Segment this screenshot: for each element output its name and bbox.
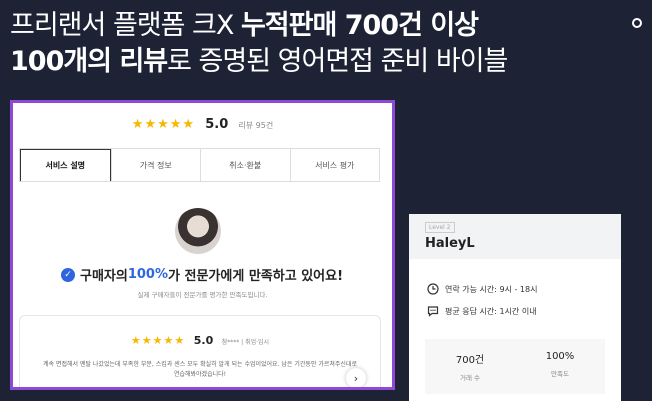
satisfaction-percent: 100% [127,267,169,282]
avatar [175,208,221,254]
decorative-circle [632,18,642,28]
contact-time-text: 연락 가능 시간: 9시 - 18시 [445,284,538,294]
clock-icon [427,283,439,295]
next-review-button[interactable]: › [346,368,366,387]
tab-cancel-refund[interactable]: 취소·환불 [200,149,290,181]
seller-header: Level 2 HaleyL [409,214,621,259]
satisfaction-subtext: 실제 구매자들이 전문가를 평가한 만족도입니다. [137,291,268,299]
stat-satisfaction: 100% 만족도 [515,339,605,394]
response-time-row: 평균 응답 시간: 1시간 이내 [427,305,537,317]
stat-label: 거래 수 [459,374,480,382]
service-tabs: 서비스 설명 가격 정보 취소·환불 서비스 평가 [19,148,380,182]
service-card: ★★★★★ 5.0 리뷰 95건 서비스 설명 가격 정보 취소·환불 서비스 … [10,100,395,390]
headline-line-2: 100개의 리뷰로 증명된 영어면접 준비 바이블 [10,46,508,78]
review-text: 계속 면접해서 멘탈 나갔었는데 부족한 부분, 스킵과 센스 모두 확실히 알… [43,361,357,378]
headline-line-2-normal: 로 증명된 영어면접 준비 바이블 [167,46,508,77]
star-rating-icon: ★★★★★ [131,117,196,132]
review-score: 5.0 [193,334,214,347]
rating-score: 5.0 [205,117,229,132]
chevron-right-icon: › [353,371,359,385]
headline-line-1-normal: 프리랜서 플랫폼 크X [10,10,241,41]
satisfaction-suffix: 가 전문가에게 만족하고 있어요! [168,269,344,284]
seller-stats: 700건 거래 수 100% 만족도 [425,339,605,394]
headline-line-1: 프리랜서 플랫폼 크X 누적판매 700건 이상 [10,10,479,42]
check-badge-icon: ✓ [61,267,75,282]
stat-value: 100% [545,351,575,362]
level-badge: Level 2 [425,222,455,233]
stat-label: 만족도 [551,370,569,378]
tab-service-review[interactable]: 서비스 평가 [289,149,379,181]
rating-summary: ★★★★★ 5.0 리뷰 95건 [13,117,392,132]
seller-card: Level 2 HaleyL 연락 가능 시간: 9시 - 18시 평균 응답 … [409,214,621,401]
review-card: ★★★★★ 5.0 참**** | 취업·입시 계속 면접해서 멘탈 나갔었는데… [19,315,381,387]
review-header: ★★★★★ 5.0 참**** | 취업·입시 [20,334,380,347]
stat-value: 700건 [455,355,485,366]
chat-bubble-icon [427,306,439,317]
tab-service-description[interactable]: 서비스 설명 [20,149,111,181]
headline-line-1-bold: 누적판매 700건 이상 [240,10,479,41]
contact-time-row: 연락 가능 시간: 9시 - 18시 [427,283,537,295]
review-count[interactable]: 리뷰 95건 [238,121,273,130]
seller-name[interactable]: HaleyL [425,236,475,251]
stat-transactions: 700건 거래 수 [425,339,515,394]
review-star-icon: ★★★★★ [130,334,186,347]
tab-price-info[interactable]: 가격 정보 [110,149,200,181]
review-meta: 참**** | 취업·입시 [221,339,270,346]
response-time-text: 평균 응답 시간: 1시간 이내 [445,306,537,316]
headline-line-2-bold: 100개의 리뷰 [10,46,168,77]
satisfaction-prefix: 구매자의 [80,269,128,284]
satisfaction-heading: ✓ 구매자의 100% 가 전문가에게 만족하고 있어요! [61,265,343,284]
